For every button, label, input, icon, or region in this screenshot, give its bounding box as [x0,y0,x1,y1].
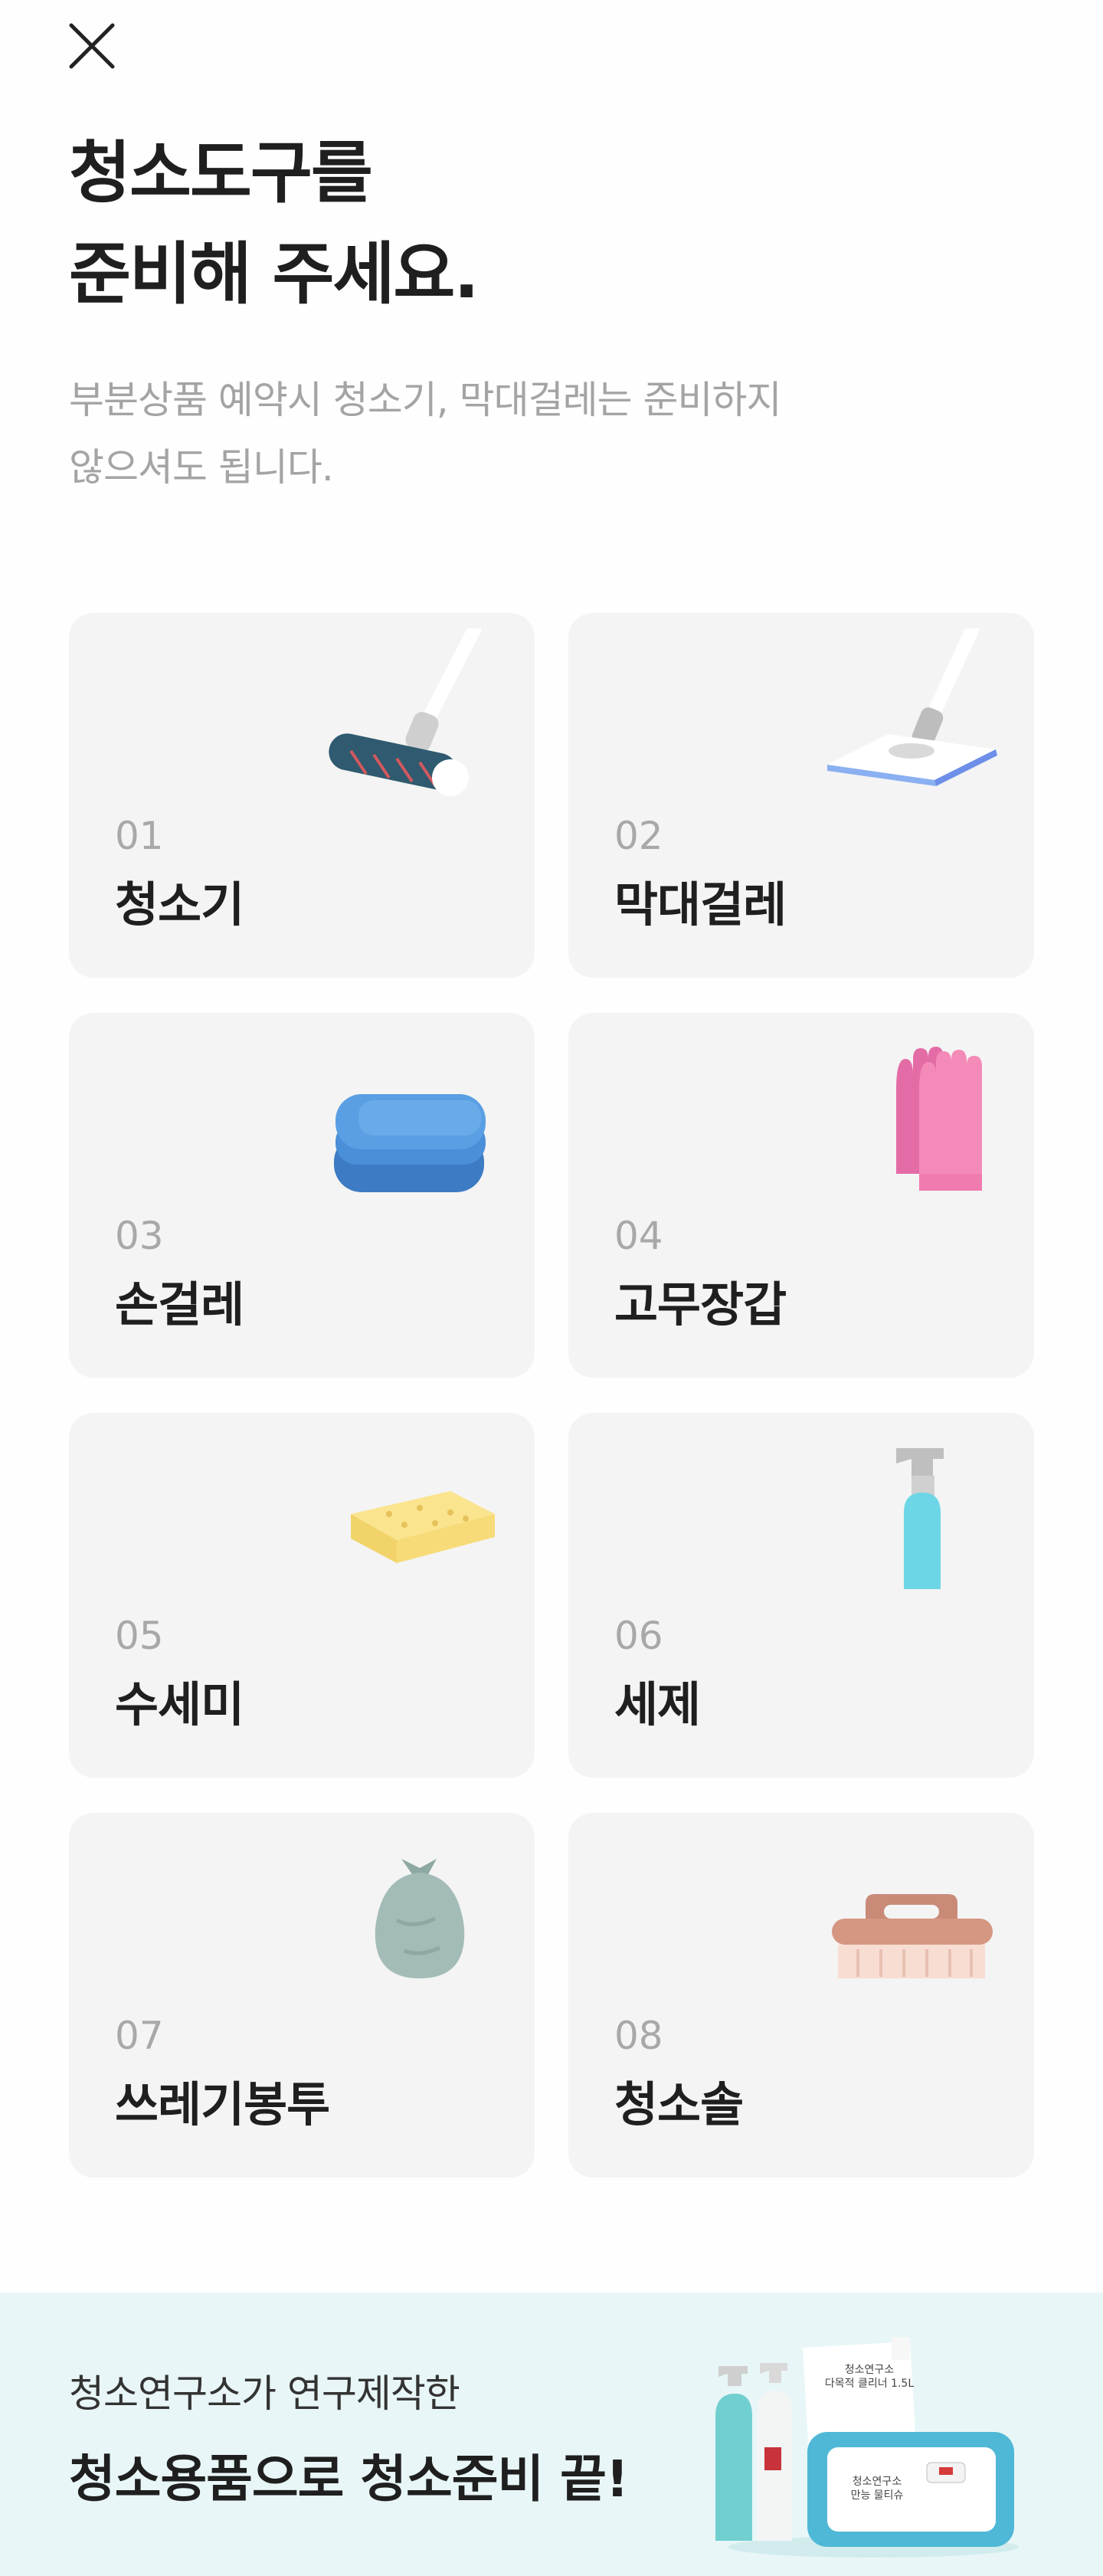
spray-bottle-icon [804,1428,1003,1612]
folded-cloth-icon [305,1028,504,1212]
cleaning-products-image: 청소연구소 다목적 클리너 1.5L 청소연구소 만능 물티슈 [705,2332,1026,2562]
tool-card-mop[interactable]: 02 막대걸레 [568,613,1034,978]
tool-name: 세제 [614,1676,701,1732]
tool-card-trash-bag[interactable]: 07 쓰레기봉투 [69,1813,535,2178]
tool-name: 고무장갑 [614,1277,787,1332]
package-label-cleaner: 청소연구소 다목적 클리너 1.5L [824,2364,915,2390]
cleaning-products-banner[interactable]: 청소연구소가 연구제작한 청소용품으로 청소준비 끝! 청소연구소 다목적 클리… [0,2293,1103,2576]
page-title-line2: 준비해 주세요. [69,234,479,313]
page-subtitle-line2: 않으셔도 됩니다. [69,445,334,490]
tool-name: 수세미 [115,1676,244,1732]
tool-name: 손걸레 [115,1277,244,1332]
tool-card-sponge[interactable]: 05 수세미 [69,1413,535,1778]
tool-card-detergent[interactable]: 06 세제 [568,1413,1034,1778]
tool-card-cloth[interactable]: 03 손걸레 [69,1013,535,1378]
banner-line2: 청소용품으로 청소준비 끝! [69,2450,629,2509]
page-subtitle: 부분상품 예약시 청소기, 막대걸레는 준비하지 않으셔도 됩니다. [69,366,1049,501]
tool-number: 07 [115,2014,164,2058]
tool-number: 01 [115,814,164,858]
tool-name: 쓰레기봉투 [115,2076,330,2132]
tool-card-vacuum[interactable]: 01 청소기 [69,613,535,978]
tool-card-brush[interactable]: 08 청소솔 [568,1813,1034,2178]
scrub-brush-icon [804,1828,1003,2012]
tool-name: 청소솔 [614,2076,744,2132]
package-label-wipes: 청소연구소 만능 물티슈 [850,2476,904,2502]
sponge-icon [305,1428,504,1612]
tool-number: 08 [614,2014,663,2058]
close-icon [69,23,115,69]
rubber-gloves-icon [804,1028,1003,1212]
trash-bag-icon [305,1828,504,2012]
tool-name: 막대걸레 [614,877,787,932]
tool-number: 02 [614,814,663,858]
tool-card-gloves[interactable]: 04 고무장갑 [568,1013,1034,1378]
banner-line1: 청소연구소가 연구제작한 [69,2371,460,2416]
tool-number: 04 [614,1214,663,1258]
tool-name: 청소기 [115,877,244,932]
tool-number: 06 [614,1614,663,1658]
floor-mop-icon [804,628,1003,812]
page-title-line1: 청소도구를 [69,133,373,212]
page-title: 청소도구를 준비해 주세요. [69,123,479,325]
tool-number: 03 [115,1214,164,1258]
vacuum-cleaner-icon [305,628,504,812]
close-button[interactable] [61,15,123,77]
cleaning-tools-grid: 01 청소기 02 막대걸레 03 손걸레 04 고무장갑 05 수세미 06 … [69,613,1034,2178]
tool-number: 05 [115,1614,164,1658]
page-subtitle-line1: 부분상품 예약시 청소기, 막대걸레는 준비하지 [69,378,781,422]
